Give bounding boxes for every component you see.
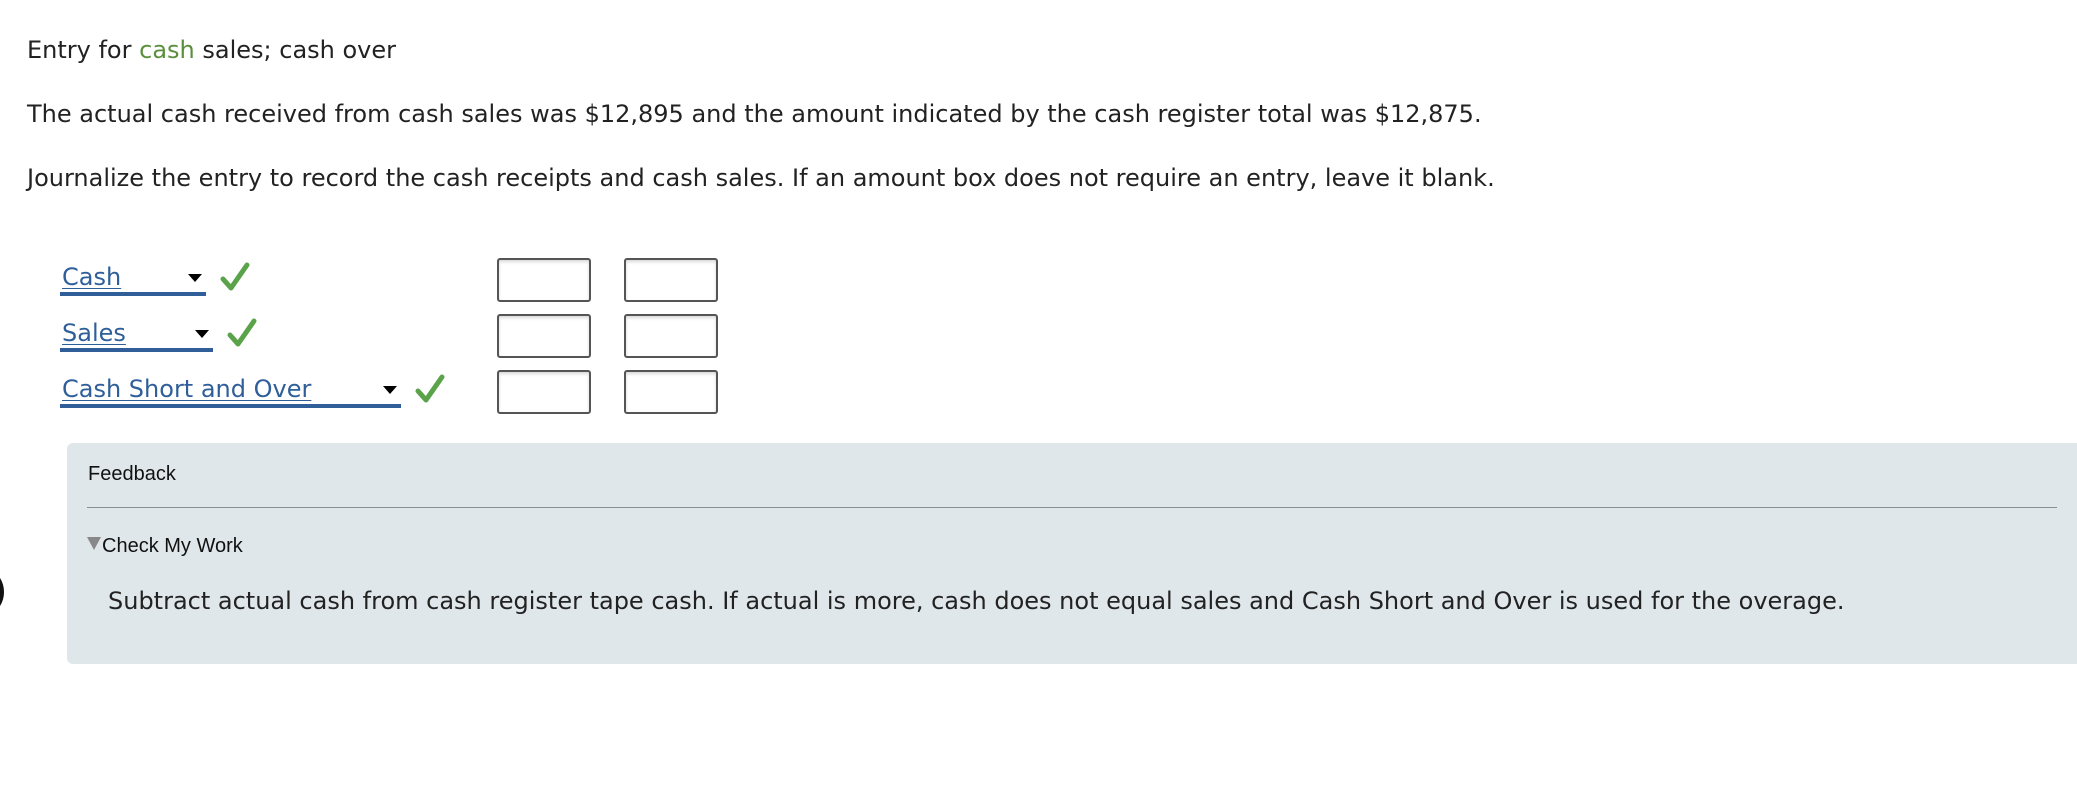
account-select-cash-short-and-over[interactable]: Cash Short and Over	[60, 374, 401, 408]
problem-facts: The actual cash received from cash sales…	[27, 100, 1482, 128]
feedback-divider	[87, 507, 2057, 508]
title-highlight-term[interactable]: cash	[139, 36, 195, 64]
problem-instructions: Journalize the entry to record the cash …	[27, 164, 1495, 192]
credit-input-sales[interactable]	[624, 314, 718, 358]
check-icon	[227, 318, 257, 347]
credit-input-cash[interactable]	[624, 258, 718, 302]
credit-input-cash-short-and-over[interactable]	[624, 370, 718, 414]
account-select-label: Sales	[62, 319, 126, 347]
account-select-cash[interactable]: Cash	[60, 262, 206, 296]
check-icon	[220, 262, 250, 291]
title-suffix: sales; cash over	[194, 36, 397, 64]
dropdown-caret-icon	[188, 274, 202, 282]
dropdown-caret-icon	[383, 386, 397, 394]
account-select-sales[interactable]: Sales	[60, 318, 213, 352]
journal-row-sales: Sales	[60, 314, 730, 360]
check-my-work-toggle[interactable]: Check My Work	[87, 535, 243, 558]
debit-input-cash[interactable]	[497, 258, 591, 302]
triangle-down-icon	[87, 537, 101, 550]
feedback-panel: Feedback Check My Work Subtract actual c…	[67, 443, 2077, 664]
circle-icon	[0, 566, 4, 618]
account-select-label: Cash Short and Over	[62, 375, 312, 403]
feedback-text: Subtract actual cash from cash register …	[108, 587, 1845, 615]
debit-input-cash-short-and-over[interactable]	[497, 370, 591, 414]
journal-row-cash-short-and-over: Cash Short and Over	[60, 370, 730, 416]
account-select-label: Cash	[62, 263, 122, 291]
check-icon	[415, 374, 445, 403]
question-title: Entry for cash sales; cash over	[27, 36, 396, 64]
journal-row-cash: Cash	[60, 258, 730, 304]
title-prefix: Entry for	[27, 36, 140, 64]
check-my-work-label: Check My Work	[102, 535, 243, 557]
dropdown-caret-icon	[195, 330, 209, 338]
feedback-heading: Feedback	[88, 463, 176, 485]
debit-input-sales[interactable]	[497, 314, 591, 358]
